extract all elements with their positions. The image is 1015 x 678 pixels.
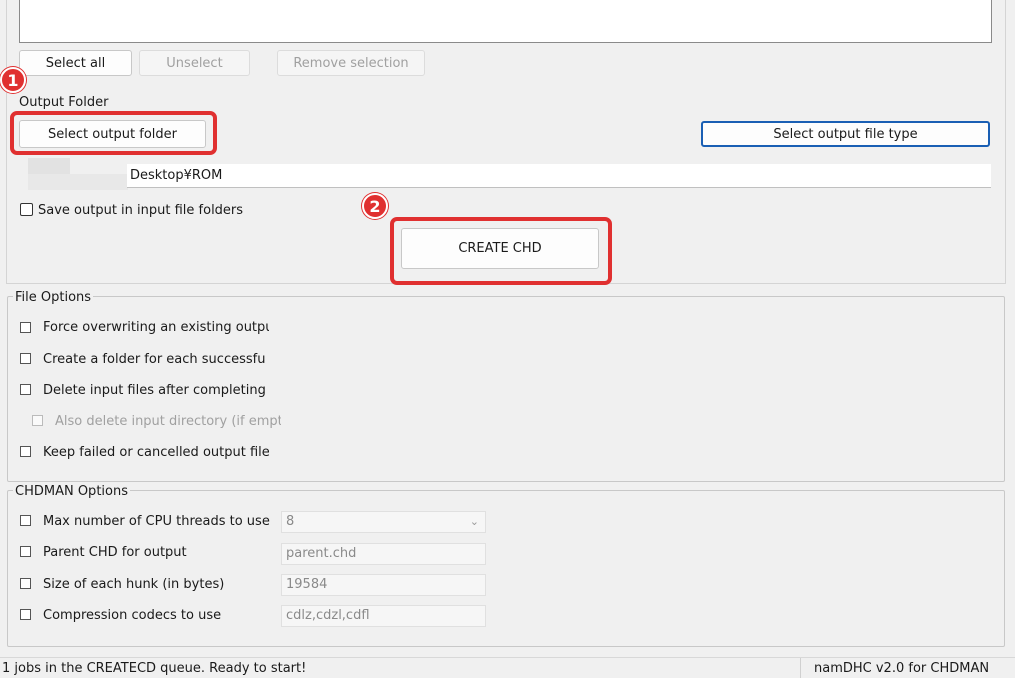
parent-chd-input[interactable]: parent.chd [281, 543, 486, 565]
delete-input-checkbox[interactable] [20, 384, 31, 395]
force-overwrite-label: Force overwriting an existing outpu [43, 320, 269, 335]
input-file-list[interactable] [19, 0, 992, 43]
parent-chd-checkbox[interactable] [20, 546, 31, 557]
status-divider [800, 658, 801, 678]
output-path-field[interactable]: Desktop¥ROM [127, 164, 991, 188]
keep-failed-checkbox[interactable] [20, 446, 31, 457]
cpu-threads-value: 8 [286, 514, 295, 529]
file-options-title: File Options [13, 290, 94, 305]
delete-input-dir-label: Also delete input directory (if empty [55, 414, 281, 429]
status-text: 1 jobs in the CREATECD queue. Ready to s… [2, 661, 307, 676]
codecs-checkbox[interactable] [20, 609, 31, 620]
chdman-options-title: CHDMAN Options [13, 484, 130, 499]
create-folder-label: Create a folder for each successfu [43, 352, 266, 367]
save-in-input-label: Save output in input file folders [38, 203, 244, 218]
chevron-down-icon: ⌄ [469, 515, 479, 528]
select-output-file-type-button[interactable]: Select output file type [701, 121, 990, 147]
save-in-input-checkbox[interactable] [20, 203, 33, 216]
delete-input-dir-checkbox[interactable] [32, 415, 43, 426]
step-1-badge: 1 [0, 67, 26, 93]
codecs-label: Compression codecs to use [43, 608, 222, 623]
hunk-size-label: Size of each hunk (in bytes) [43, 577, 225, 592]
output-folder-label: Output Folder [19, 95, 109, 110]
select-output-folder-button[interactable]: Select output folder [19, 120, 206, 148]
force-overwrite-checkbox[interactable] [20, 322, 31, 333]
hunk-size-checkbox[interactable] [20, 578, 31, 589]
redacted-path [28, 158, 70, 174]
cpu-threads-checkbox[interactable] [20, 515, 31, 526]
status-bar: 1 jobs in the CREATECD queue. Ready to s… [0, 657, 1015, 678]
create-chd-button[interactable]: CREATE CHD [401, 228, 599, 269]
keep-failed-label: Keep failed or cancelled output files [43, 445, 269, 460]
cpu-threads-select[interactable]: 8 ⌄ [281, 511, 486, 533]
create-folder-checkbox[interactable] [20, 353, 31, 364]
hunk-size-input[interactable]: 19584 [281, 574, 486, 596]
unselect-button[interactable]: Unselect [139, 50, 250, 76]
codecs-input[interactable]: cdlz,cdzl,cdfl [281, 605, 486, 627]
step-2-badge: 2 [362, 193, 388, 219]
remove-selection-button[interactable]: Remove selection [277, 50, 425, 76]
parent-chd-label: Parent CHD for output [43, 545, 187, 560]
redacted-path [28, 174, 128, 190]
app-version-text: namDHC v2.0 for CHDMAN [814, 661, 990, 676]
select-all-button[interactable]: Select all [19, 50, 132, 76]
cpu-threads-label: Max number of CPU threads to use [43, 514, 270, 529]
delete-input-label: Delete input files after completing j [43, 383, 269, 398]
